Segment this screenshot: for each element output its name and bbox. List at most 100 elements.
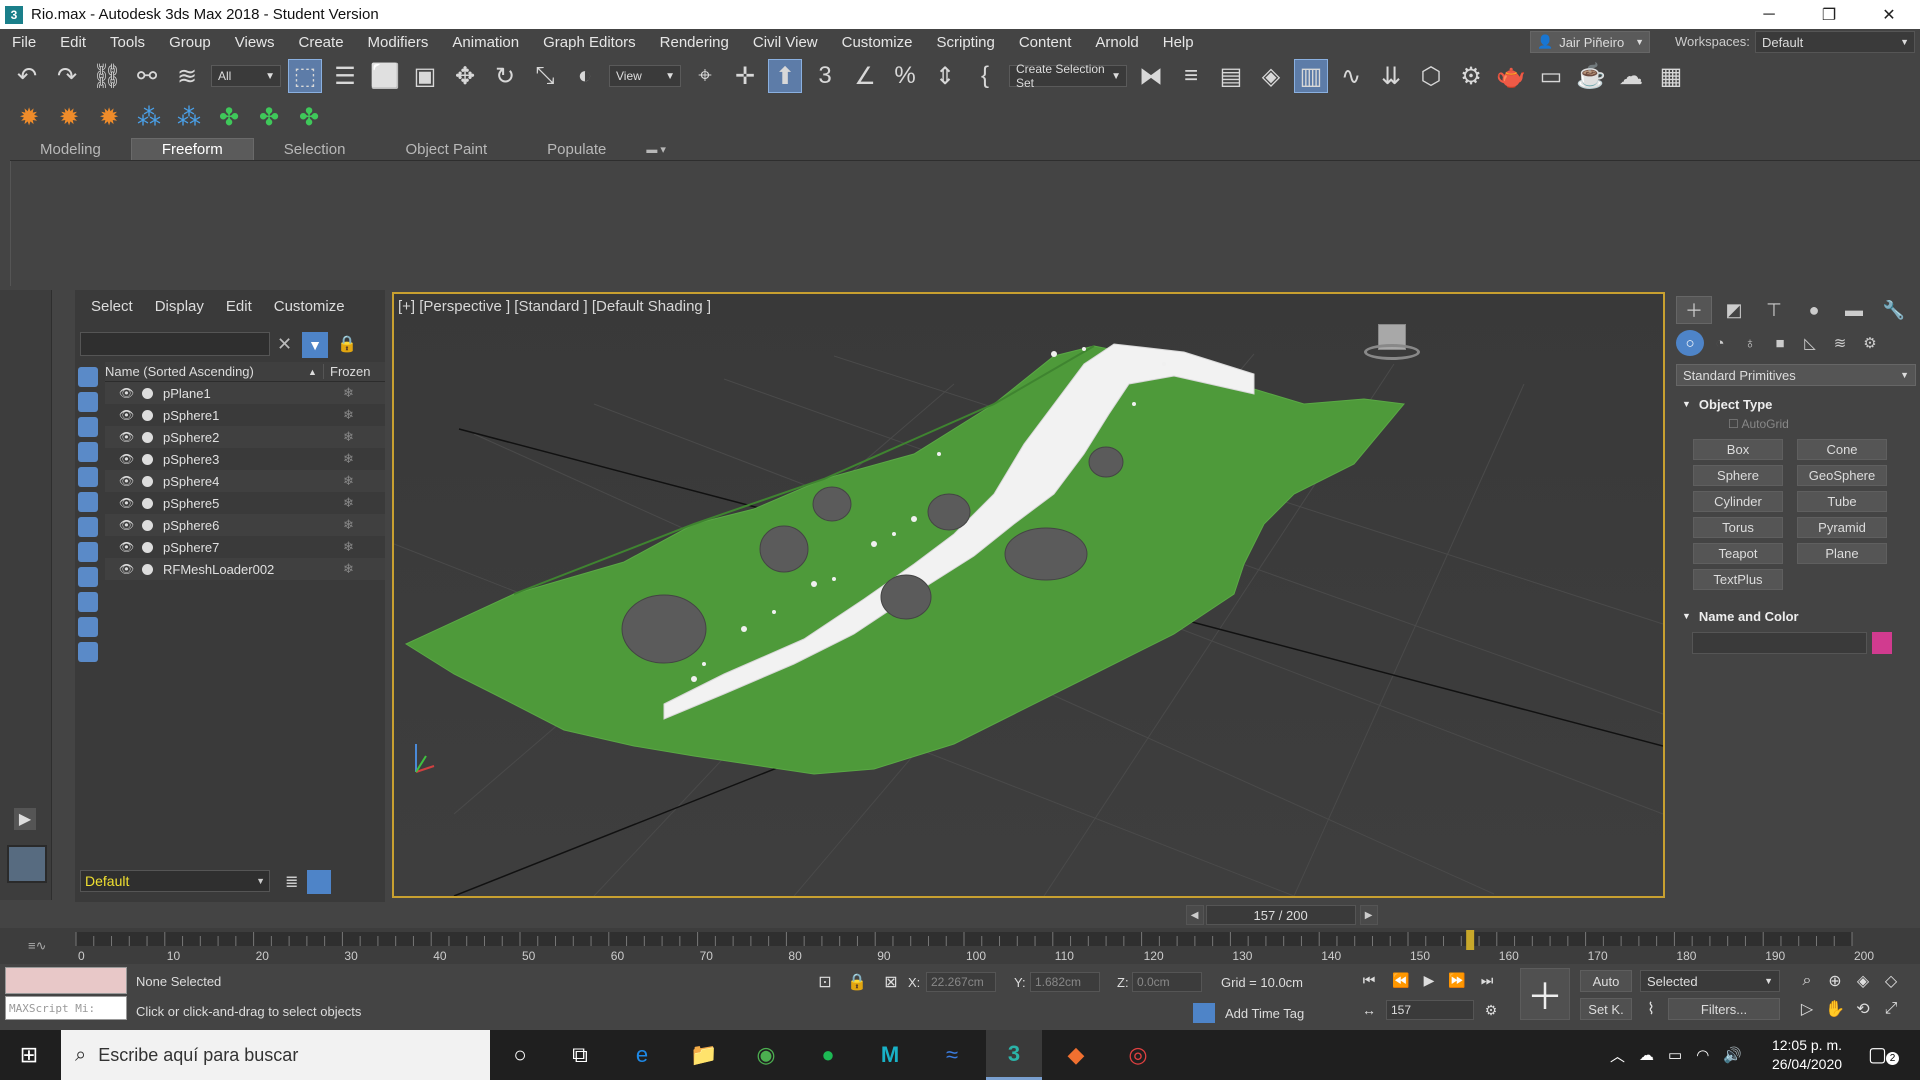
selection-filter-dropdown[interactable]: All ▼ xyxy=(211,65,281,87)
render-dot-icon[interactable] xyxy=(142,520,153,531)
freeze-snowflake-icon[interactable]: ❄ xyxy=(343,407,354,423)
freeze-snowflake-icon[interactable]: ❄ xyxy=(343,451,354,467)
groups-filter-icon[interactable] xyxy=(78,517,98,537)
scene-explorer-toggle-icon[interactable]: ▤ xyxy=(1214,59,1248,93)
mesh-loader-icon[interactable]: ✤ xyxy=(252,100,286,134)
freeze-snowflake-icon[interactable]: ❄ xyxy=(343,539,354,555)
go-to-end-icon[interactable]: ⏭ xyxy=(1476,968,1498,992)
percent-snap-icon[interactable]: % xyxy=(888,59,922,93)
undo-icon[interactable]: ↶ xyxy=(10,59,44,93)
spinner-snap-icon[interactable]: ⇕ xyxy=(928,59,962,93)
rotate-icon[interactable]: ↻ xyxy=(488,59,522,93)
object-color-swatch[interactable] xyxy=(1872,632,1892,654)
render-dot-icon[interactable] xyxy=(142,388,153,399)
bones-filter-icon[interactable] xyxy=(78,567,98,587)
freeze-snowflake-icon[interactable]: ❄ xyxy=(343,517,354,533)
viewport-label[interactable]: [+] [Perspective ] [Standard ] [Default … xyxy=(398,298,711,315)
plane-button[interactable]: Plane xyxy=(1797,543,1887,564)
viewport-layout-tab[interactable] xyxy=(7,845,47,883)
render-production-icon[interactable]: ☕ xyxy=(1574,59,1608,93)
render-dot-icon[interactable] xyxy=(142,564,153,575)
shapes-filter-icon[interactable] xyxy=(78,392,98,412)
time-slider-thumb[interactable]: 157 / 200 xyxy=(1205,905,1356,925)
list-item[interactable]: 👁 pSphere3 ❄ xyxy=(105,448,385,470)
utilities-tab-icon[interactable]: 🔧 xyxy=(1876,296,1912,324)
bind-space-warp-icon[interactable]: ≋ xyxy=(170,59,204,93)
systems-icon[interactable]: ⚙ xyxy=(1856,330,1884,356)
freeze-snowflake-icon[interactable]: ❄ xyxy=(343,385,354,401)
task-view-icon[interactable]: ⧉ xyxy=(552,1030,608,1080)
render-dot-icon[interactable] xyxy=(142,454,153,465)
zoom-extents-all-icon[interactable]: ◇ xyxy=(1880,970,1902,992)
menu-group[interactable]: Group xyxy=(157,34,223,51)
space-warps-filter-icon[interactable] xyxy=(78,492,98,512)
select-by-name-icon[interactable]: ☰ xyxy=(328,59,362,93)
scene-search-input[interactable] xyxy=(80,332,270,356)
play-icon[interactable]: ▶ xyxy=(1418,968,1440,992)
expand-panel-icon[interactable]: ▶ xyxy=(14,808,36,830)
curve-editor-icon[interactable]: ∿ xyxy=(1334,59,1368,93)
list-item[interactable]: 👁 pPlane1 ❄ xyxy=(105,382,385,404)
maxscript-mini-listener[interactable]: MAXScript Mi: xyxy=(5,996,127,1020)
flame-fluid-icon[interactable]: ✹ xyxy=(52,100,86,134)
field-of-view-icon[interactable]: ▷ xyxy=(1796,998,1818,1020)
zoom-all-icon[interactable]: ⊕ xyxy=(1824,970,1846,992)
lights-filter-icon[interactable] xyxy=(78,417,98,437)
list-item[interactable]: 👁 pSphere4 ❄ xyxy=(105,470,385,492)
select-object-icon[interactable]: ⬚ xyxy=(288,59,322,93)
unlink-icon[interactable]: ⚯ xyxy=(130,59,164,93)
next-key-icon[interactable]: ⏩ xyxy=(1446,968,1468,992)
menu-graph-editors[interactable]: Graph Editors xyxy=(531,34,648,51)
lock-icon[interactable]: 🔒 xyxy=(337,334,357,354)
ribbon-toggle-icon[interactable]: ▥ xyxy=(1294,59,1328,93)
keyboard-shortcut-override-icon[interactable]: ⬆ xyxy=(768,59,802,93)
menu-tools[interactable]: Tools xyxy=(98,34,157,51)
window-crossing-icon[interactable]: ▣ xyxy=(408,59,442,93)
se-menu-select[interactable]: Select xyxy=(91,298,133,315)
windows-start-icon[interactable]: ⊞ xyxy=(0,1030,58,1080)
column-name[interactable]: Name (Sorted Ascending) xyxy=(105,364,254,379)
volume-icon[interactable]: 🔊 xyxy=(1723,1046,1742,1064)
viewcube-icon[interactable] xyxy=(1362,320,1422,368)
modify-tab-icon[interactable]: ◩ xyxy=(1716,296,1752,324)
shapes-icon[interactable]: ◔ xyxy=(1706,330,1734,356)
active-layer-dropdown[interactable]: Default ▼ xyxy=(80,870,270,892)
column-frozen[interactable]: Frozen xyxy=(323,364,370,379)
set-key-button[interactable]: Set K. xyxy=(1580,998,1632,1020)
hierarchy-tab-icon[interactable]: ⊤ xyxy=(1756,296,1792,324)
user-account-dropdown[interactable]: 👤 Jair Piñeiro ▼ xyxy=(1530,31,1650,53)
se-menu-display[interactable]: Display xyxy=(155,298,204,315)
workspaces-dropdown[interactable]: Default ▼ xyxy=(1755,31,1915,53)
render-dot-icon[interactable] xyxy=(142,498,153,509)
object-name-field[interactable] xyxy=(1692,632,1867,654)
move-icon[interactable]: ✥ xyxy=(448,59,482,93)
scale-icon[interactable]: ⤡ xyxy=(528,59,562,93)
motion-tab-icon[interactable]: ● xyxy=(1796,296,1832,324)
notification-center-icon[interactable]: ▢ 2 xyxy=(1868,1042,1899,1068)
visibility-eye-icon[interactable]: 👁 xyxy=(119,540,134,554)
pyramid-button[interactable]: Pyramid xyxy=(1797,517,1887,538)
render-setup-icon[interactable]: 🫖 xyxy=(1494,59,1528,93)
visibility-eye-icon[interactable]: 👁 xyxy=(119,518,134,532)
set-key-icon[interactable]: ＋ xyxy=(1520,968,1570,1020)
name-and-color-rollout[interactable]: ▼ Name and Color xyxy=(1676,606,1916,626)
rendered-frame-window-icon[interactable]: ▭ xyxy=(1534,59,1568,93)
helpers-filter-icon[interactable] xyxy=(78,467,98,487)
x-coordinate-field[interactable]: 22.267cm xyxy=(926,972,996,992)
filter-icon[interactable]: ▼ xyxy=(302,332,328,358)
display-tab-icon[interactable]: ▬ xyxy=(1836,296,1872,324)
taskbar-clock[interactable]: 12:05 p. m. 26/04/2020 xyxy=(1762,1036,1852,1074)
zoom-icon[interactable]: ⌕ xyxy=(1796,970,1818,992)
teapot-button[interactable]: Teapot xyxy=(1693,543,1783,564)
render-dot-icon[interactable] xyxy=(142,432,153,443)
menu-arnold[interactable]: Arnold xyxy=(1083,34,1150,51)
reference-coordinate-dropdown[interactable]: View ▼ xyxy=(609,65,681,87)
visibility-eye-icon[interactable]: 👁 xyxy=(119,408,134,422)
freeze-snowflake-icon[interactable]: ❄ xyxy=(343,429,354,445)
edge-browser-icon[interactable]: e xyxy=(614,1030,670,1080)
material-editor-icon[interactable]: ⚙ xyxy=(1454,59,1488,93)
visibility-eye-icon[interactable]: 👁 xyxy=(119,496,134,510)
menu-modifiers[interactable]: Modifiers xyxy=(356,34,441,51)
menu-civil-view[interactable]: Civil View xyxy=(741,34,830,51)
render-dot-icon[interactable] xyxy=(142,476,153,487)
